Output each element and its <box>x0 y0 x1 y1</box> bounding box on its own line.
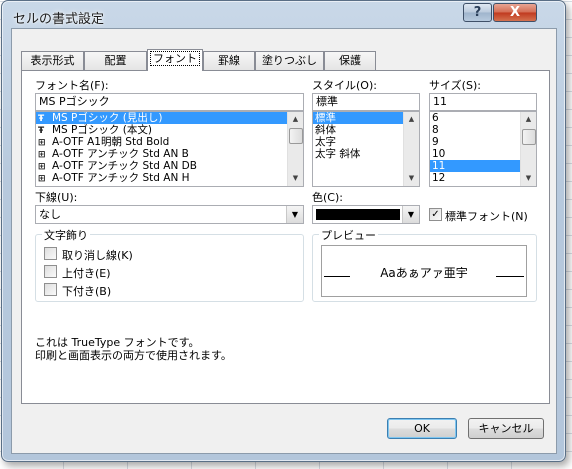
size-list[interactable]: 6 8 9 10 11 12 ▲ ▼ <box>429 111 537 187</box>
preview-group: プレビュー Aaあぁアァ亜宇 <box>312 227 537 302</box>
list-item-label: A-OTF アンチック Std AN B <box>52 148 189 160</box>
cancel-button[interactable]: キャンセル <box>468 418 544 439</box>
ok-button[interactable]: OK <box>387 418 457 439</box>
tab-number-format[interactable]: 表示形式 <box>21 51 84 70</box>
opentype-icon: ⊞ <box>38 174 46 184</box>
list-item-label: A-OTF アンチック Std AN H <box>52 172 190 184</box>
tab-font[interactable]: フォント <box>147 49 203 71</box>
list-item-label: 9 <box>432 136 439 148</box>
superscript-label: 上付き(E) <box>62 267 111 280</box>
list-item[interactable]: Ŧ MS Pゴシック (見出し) <box>36 112 303 124</box>
title-bar[interactable]: セルの書式設定 ? X <box>2 1 565 31</box>
truetype-icon: Ŧ <box>38 126 45 136</box>
opentype-icon: ⊞ <box>38 138 46 148</box>
size-label: サイズ(S): <box>429 79 481 92</box>
tab-protection[interactable]: 保護 <box>324 51 376 70</box>
chevron-down-icon[interactable]: ▼ <box>402 206 419 223</box>
font-tab-panel: フォント名(F): MS Pゴシック Ŧ MS Pゴシック (見出し) Ŧ MS Pゴ… <box>21 70 550 404</box>
list-item-label: MS Pゴシック (本文) <box>52 124 152 136</box>
dialog-title: セルの書式設定 <box>13 12 105 27</box>
tab-border[interactable]: 罫線 <box>203 51 255 70</box>
scroll-down-icon[interactable]: ▼ <box>521 171 536 186</box>
preview-group-title: プレビュー <box>319 227 378 243</box>
opentype-icon: ⊞ <box>38 150 46 160</box>
style-list-scrollbar[interactable]: ▲ ▼ <box>403 112 419 186</box>
list-item-label: 11 <box>432 160 446 172</box>
subscript-checkbox[interactable] <box>44 283 57 296</box>
truetype-icon: Ŧ <box>38 114 45 124</box>
font-name-label: フォント名(F): <box>35 79 109 92</box>
normal-font-label: 標準フォント(N) <box>445 210 528 223</box>
list-item-label: A-OTF アンチック Std AN DB <box>52 160 197 172</box>
preview-box: Aaあぁアァ亜宇 <box>321 245 527 297</box>
list-item-label: 標準 <box>315 112 336 124</box>
list-item[interactable]: ⊞ A-OTF アンチック Std AN H <box>36 172 303 184</box>
chevron-down-icon[interactable]: ▼ <box>286 206 303 223</box>
scroll-up-icon[interactable]: ▲ <box>521 112 536 127</box>
style-list[interactable]: 標準 斜体 太字 太字 斜体 ▲ ▼ <box>312 111 420 187</box>
list-item-label: 太字 斜体 <box>315 148 361 160</box>
scroll-down-icon[interactable]: ▼ <box>288 171 303 186</box>
list-item-label: 12 <box>432 172 446 184</box>
scroll-down-icon[interactable]: ▼ <box>404 171 419 186</box>
scroll-up-icon[interactable]: ▲ <box>288 112 303 127</box>
font-info-line-2: 印刷と画面表示の両方で使用されます。 <box>35 349 232 362</box>
tab-alignment[interactable]: 配置 <box>84 51 147 70</box>
scroll-thumb[interactable] <box>289 128 303 144</box>
normal-font-checkbox[interactable]: ✓ <box>429 208 442 221</box>
size-input[interactable]: 11 <box>429 93 537 111</box>
font-name-input[interactable]: MS Pゴシック <box>35 93 304 111</box>
list-item-label: 10 <box>432 148 446 160</box>
style-input[interactable]: 標準 <box>312 93 420 111</box>
style-label: スタイル(O): <box>312 79 377 92</box>
opentype-icon: ⊞ <box>38 162 46 172</box>
help-button[interactable]: ? <box>463 3 492 22</box>
close-button[interactable]: X <box>493 3 537 22</box>
list-item-label: A-OTF A1明朝 Std Bold <box>52 136 170 148</box>
list-item-label: 8 <box>432 124 439 136</box>
scroll-up-icon[interactable]: ▲ <box>404 112 419 127</box>
underline-value: なし <box>39 208 61 221</box>
font-list-scrollbar[interactable]: ▲ ▼ <box>287 112 303 186</box>
superscript-checkbox[interactable] <box>44 265 57 278</box>
underline-label: 下線(U): <box>35 191 78 204</box>
strikethrough-checkbox[interactable] <box>44 247 57 260</box>
size-list-scrollbar[interactable]: ▲ ▼ <box>520 112 536 186</box>
list-item-label: 太字 <box>315 136 336 148</box>
list-item[interactable]: ⊞ A-OTF アンチック Std AN B <box>36 148 303 160</box>
underline-select[interactable]: なし ▼ <box>35 205 304 224</box>
list-item-label: MS Pゴシック (見出し) <box>52 112 163 124</box>
effects-group-title: 文字飾り <box>42 227 90 243</box>
color-label: 色(C): <box>312 191 343 204</box>
list-item-label: 斜体 <box>315 124 336 136</box>
effects-group: 文字飾り 取り消し線(K) 上付き(E) 下付き(B) <box>35 227 304 302</box>
color-picker[interactable]: ▼ <box>312 205 420 224</box>
tab-fill[interactable]: 塗りつぶし <box>255 51 324 70</box>
list-item[interactable]: ⊞ A-OTF A1明朝 Std Bold <box>36 136 303 148</box>
preview-sample-text: Aaあぁアァ亜宇 <box>380 266 468 280</box>
strikethrough-label: 取り消し線(K) <box>62 249 133 262</box>
list-item-label: 6 <box>432 112 439 124</box>
font-name-list[interactable]: Ŧ MS Pゴシック (見出し) Ŧ MS Pゴシック (本文) ⊞ A-OTF A1明朝… <box>35 111 304 187</box>
list-item[interactable]: Ŧ MS Pゴシック (本文) <box>36 124 303 136</box>
list-item[interactable]: ⊞ A-OTF アンチック Std AN DB <box>36 160 303 172</box>
color-swatch <box>316 209 400 220</box>
subscript-label: 下付き(B) <box>62 285 112 298</box>
scroll-thumb[interactable] <box>522 129 536 145</box>
